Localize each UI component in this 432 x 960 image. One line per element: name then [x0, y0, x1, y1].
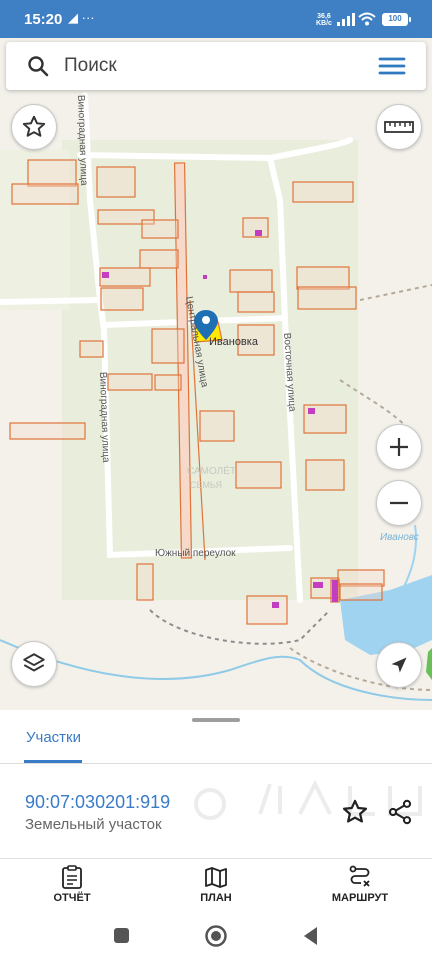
- share-icon[interactable]: [386, 798, 414, 826]
- nav-report-label: ОТЧЁТ: [53, 892, 91, 904]
- favorites-button[interactable]: [11, 104, 57, 150]
- map-watermark-sub: СЕМЬЯ: [190, 480, 222, 490]
- search-bar: [6, 42, 426, 90]
- minus-icon: [390, 501, 408, 505]
- recents-icon[interactable]: [113, 927, 131, 945]
- menu-icon[interactable]: [378, 54, 406, 78]
- clipboard-icon: [62, 865, 82, 889]
- parcel-cadastral-number[interactable]: 90:07:030201:919: [25, 792, 170, 813]
- nav-route-label: МАРШРУТ: [331, 892, 389, 904]
- search-icon[interactable]: [26, 54, 50, 78]
- nav-route[interactable]: МАРШРУТ: [305, 863, 415, 913]
- parcel-sheet: Участки 90:07:030201:919 Земельный участ…: [0, 710, 432, 858]
- battery-icon: 100: [382, 13, 411, 26]
- map-icon: [205, 867, 227, 888]
- map-canvas[interactable]: Виноградная улица Виноградная улица Цент…: [0, 38, 432, 710]
- status-time: 15:20: [24, 11, 63, 28]
- network-speed-unit: KB/c: [316, 20, 332, 27]
- map-view[interactable]: Виноградная улица Виноградная улица Цент…: [0, 38, 432, 710]
- ruler-button[interactable]: [376, 104, 422, 150]
- map-watermark: САМОЛЁТ: [187, 465, 236, 477]
- ruler-icon: [384, 121, 414, 133]
- nav-plan[interactable]: ПЛАН: [161, 863, 271, 913]
- route-icon: [349, 865, 370, 887]
- tab-parcels[interactable]: Участки: [26, 729, 81, 746]
- star-icon[interactable]: [341, 798, 369, 826]
- layers-button[interactable]: [11, 641, 57, 687]
- layers-icon: [23, 653, 45, 672]
- home-icon[interactable]: [204, 924, 228, 948]
- signal-icon: [337, 13, 355, 26]
- street-label-yuzhny: Южный переулок: [155, 548, 236, 559]
- plus-icon: [390, 438, 408, 456]
- system-navigation: [0, 914, 432, 960]
- status-bar: 15:20 ◢ ··· 36,6 KB/c 100: [0, 0, 432, 38]
- parcel-type: Земельный участок: [25, 816, 162, 833]
- my-location-button[interactable]: [376, 642, 422, 688]
- notification-icons: ◢ ···: [68, 10, 95, 25]
- nav-report[interactable]: ОТЧЁТ: [17, 863, 127, 913]
- network-speed-value: 36,6: [317, 13, 331, 20]
- zoom-in-button[interactable]: [376, 424, 422, 470]
- sheet-divider: [0, 763, 432, 764]
- back-icon[interactable]: [302, 926, 320, 946]
- nav-plan-label: ПЛАН: [200, 892, 232, 904]
- drag-handle[interactable]: [192, 718, 240, 722]
- village-label: Ивановка: [209, 336, 259, 348]
- star-icon: [22, 115, 46, 137]
- search-input[interactable]: [64, 52, 364, 80]
- bottom-navigation: ОТЧЁТ ПЛАН МАРШРУТ: [0, 858, 432, 914]
- water-label: Ивановс: [380, 532, 419, 543]
- network-speed: 36,6 KB/c: [316, 13, 332, 27]
- wifi-icon: [358, 12, 376, 26]
- navigation-arrow-icon: [391, 657, 407, 673]
- zoom-out-button[interactable]: [376, 480, 422, 526]
